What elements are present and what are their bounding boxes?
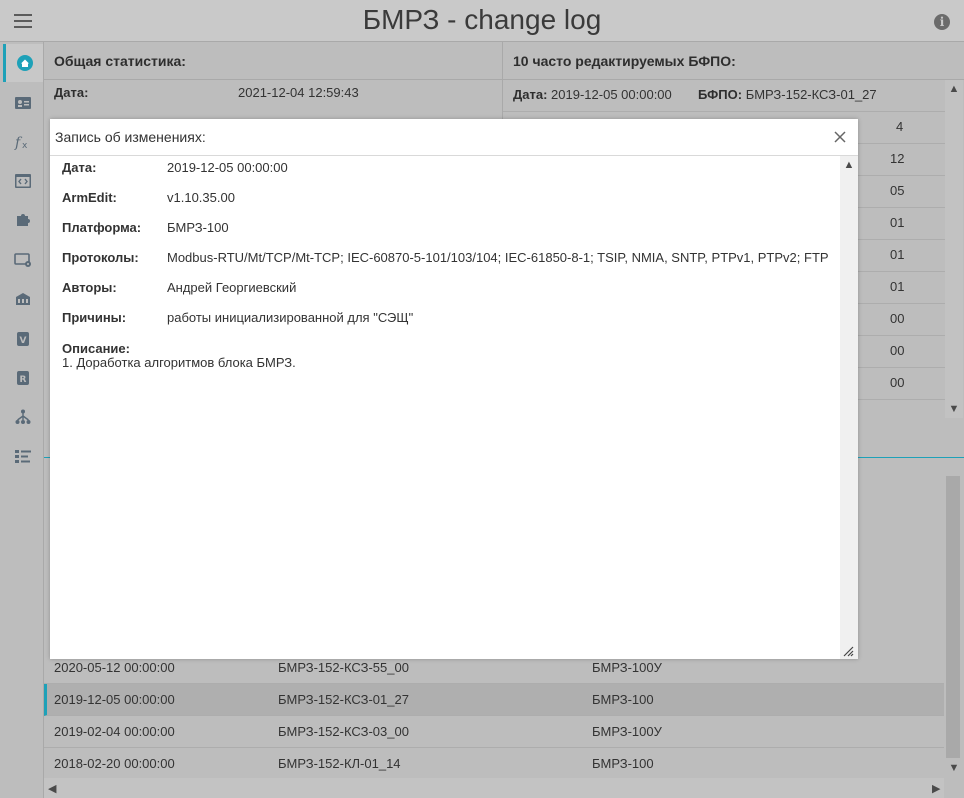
row-date: 2019-12-05 00:00:00 [54,692,175,707]
scroll-up-icon[interactable]: ▲ [843,160,855,171]
field-label: Платформа: [62,220,142,235]
svg-text:R: R [20,375,27,385]
table-horizontal-scrollbar[interactable]: ◀ ▶ [44,778,944,798]
sidebar-item-list[interactable] [3,437,43,475]
table-row[interactable]: 2019-02-04 00:00:00 БМРЗ-152-КСЗ-03_00 Б… [44,716,944,748]
dialog-body: Дата: 2019-12-05 00:00:00 ArmEdit: v1.10… [50,156,840,659]
field-label: ArmEdit: [62,190,117,205]
table-row[interactable]: 2018-02-20 00:00:00 БМРЗ-152-КЛ-01_14 БМ… [44,748,944,780]
field-value: Modbus-RTU/Mt/TCP/Mt-TCP; IEC-60870-5-10… [167,250,829,265]
sidebar-item-functions[interactable]: fx [3,123,43,161]
frequent-row[interactable]: Дата: 2019-12-05 00:00:00 БФПО: БМРЗ-152… [503,80,945,112]
resize-grip-icon[interactable] [842,645,854,657]
scroll-down-icon[interactable]: ▼ [948,404,960,415]
frequent-row-tail: 01 [890,279,905,294]
stat-date-label: Дата: [54,85,89,100]
field-value: 2019-12-05 00:00:00 [167,160,288,175]
table-row-selected[interactable]: 2019-12-05 00:00:00 БМРЗ-152-КСЗ-01_27 Б… [44,684,944,716]
row-date: 2019-02-04 00:00:00 [54,724,175,739]
dialog-title: Запись об изменениях: [50,119,858,156]
frequent-bfpo-value: БМРЗ-152-КСЗ-01_27 [745,87,877,102]
field-value: Андрей Георгиевский [167,280,297,295]
row-bfpo: БМРЗ-152-КСЗ-01_27 [278,692,409,707]
field-value: v1.10.35.00 [167,190,235,205]
puzzle-icon [17,214,30,226]
screen-settings-icon [14,253,31,267]
frequent-date-label: Дата: [513,87,548,102]
stat-date-value: 2021-12-04 12:59:43 [238,85,359,100]
sidebar-item-r[interactable]: R [3,359,43,397]
app-header: БМРЗ - change log i [0,0,964,42]
scroll-left-icon[interactable]: ◀ [48,782,56,795]
r-badge-icon: R [17,371,29,385]
scroll-up-icon[interactable]: ▲ [948,84,960,95]
hierarchy-icon [15,409,31,424]
frequent-date-value: 2019-12-05 00:00:00 [551,87,672,102]
sidebar-item-building[interactable] [3,280,43,318]
frequent-row-tail: 00 [890,343,905,358]
v-badge-icon: V [17,332,29,346]
function-icon: fx [14,135,28,151]
row-platform: БМРЗ-100 [592,692,654,707]
field-label: Дата: [62,160,97,175]
list-icon [15,450,31,463]
frequent-row-tail: 00 [890,311,905,326]
scroll-down-icon[interactable]: ▼ [948,763,960,774]
field-value: БМРЗ-100 [167,220,229,235]
sidebar-item-hierarchy[interactable] [3,398,43,436]
stat-row-date: Дата: 2021-12-04 12:59:43 [44,80,502,112]
row-bfpo: БМРЗ-152-КСЗ-03_00 [278,724,409,739]
table-vertical-scrollbar[interactable]: ▼ [944,458,964,776]
frequent-panel-title: 10 часто редактируемых БФПО: [503,42,964,80]
frequent-bfpo-label: БФПО: [698,87,743,102]
close-icon[interactable] [832,129,848,145]
sidebar-item-home[interactable] [3,44,43,82]
dialog-scrollbar[interactable]: ▲ [840,156,858,659]
sidebar-item-screen-settings[interactable] [3,241,43,279]
frequent-bfpo: БФПО: БМРЗ-152-КСЗ-01_27 [698,80,877,110]
frequent-row-tail: 4 [896,119,904,134]
row-platform: БМРЗ-100У [592,724,662,739]
frequent-row-tail: 12 [890,151,905,166]
frequent-scrollbar[interactable]: ▲ ▼ [945,80,963,418]
frequent-row-tail: 01 [890,215,905,230]
frequent-row-tail: 00 [890,375,905,390]
description-label: Описание: [62,341,130,356]
code-window-icon [15,174,31,188]
frequent-row-tail: 01 [890,247,905,262]
row-platform: БМРЗ-100 [592,756,654,771]
svg-text:V: V [20,336,27,346]
id-card-icon [15,97,31,109]
field-label: Авторы: [62,280,117,295]
sidebar: fx V R [0,42,44,798]
frequent-row-tail: 05 [890,183,905,198]
sidebar-item-profiles[interactable] [3,84,43,122]
home-icon [16,55,33,71]
page-title: БМРЗ - change log [362,4,602,35]
scroll-thumb[interactable] [946,476,960,758]
scroll-right-icon[interactable]: ▶ [932,782,940,795]
svg-text:x: x [22,141,28,151]
stats-panel-title: Общая статистика: [44,42,502,80]
field-label: Причины: [62,310,127,325]
row-date: 2018-02-20 00:00:00 [54,756,175,771]
change-record-dialog: Запись об изменениях: Дата: 2019-12-05 0… [50,119,858,659]
building-icon [16,293,30,305]
field-value: работы инициализированной для "СЭЩ" [167,310,414,325]
field-label: Протоколы: [62,250,139,265]
sidebar-item-v[interactable]: V [3,320,43,358]
sidebar-item-code[interactable] [3,162,43,200]
info-icon[interactable]: i [934,14,950,30]
description-text: 1. Доработка алгоритмов блока БМРЗ. [62,355,296,370]
sidebar-item-plugins[interactable] [3,201,43,239]
row-bfpo: БМРЗ-152-КЛ-01_14 [278,756,401,771]
